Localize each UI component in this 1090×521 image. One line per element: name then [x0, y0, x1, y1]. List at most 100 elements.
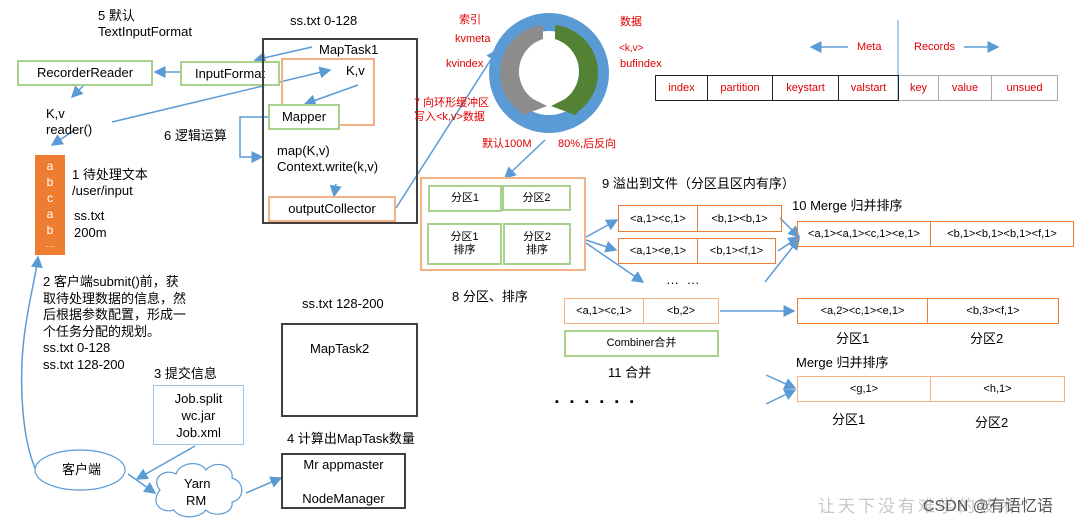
- spill-file-1: <a,1><c,1> <b,1><b,1>: [618, 205, 782, 232]
- job-file: Job.split: [174, 391, 223, 406]
- partition1-sort-line2: 排序: [453, 244, 476, 256]
- arrow-partition-to-spill1: [585, 219, 619, 238]
- arrow-client-to-yarn: [127, 473, 157, 494]
- ring-buffer: [489, 13, 609, 133]
- combiner-p2-label: 分区2: [970, 331, 1004, 346]
- combiner-box: Combiner合并: [564, 330, 719, 357]
- step5-label: 5 默认: [98, 8, 135, 23]
- client-label: 客户端: [62, 462, 102, 477]
- partition2-box: 分区2: [502, 185, 571, 211]
- combiner-p1-label: 分区1: [836, 331, 870, 346]
- combiner-cell: <b,2>: [644, 298, 719, 324]
- merge2-cell: <g,1>: [797, 376, 931, 402]
- combiner-result-cell: <a,2><c,1><e,1>: [797, 298, 928, 324]
- text-char: a: [46, 159, 54, 173]
- record-cell: value: [938, 75, 992, 101]
- step2-line: 2 客户端submit()前，获: [43, 274, 179, 289]
- ring-default-size: 默认100M: [482, 138, 532, 150]
- mapper-box: Mapper: [268, 104, 340, 130]
- merge-result: <a,1><a,1><c,1><e,1> <b,1><b,1><b,1><f,1…: [797, 221, 1074, 247]
- meta-cell: keystart: [772, 75, 838, 101]
- meta-label: Meta: [857, 41, 882, 53]
- appmaster-box: Mr appmaster NodeManager: [281, 453, 406, 509]
- mapreduce-diagram: 5 默认 TextInputFormat RecorderReader Inpu…: [0, 0, 1090, 521]
- merge2-result: <g,1> <h,1>: [797, 376, 1065, 402]
- spill-cell: <b,1><b,1>: [698, 205, 782, 232]
- combiner-cell: <a,1><c,1>: [564, 298, 644, 324]
- watermark-credit: CSDN @有语忆语: [923, 498, 1054, 515]
- step8-label: 8 分区、排序: [452, 289, 528, 304]
- arrow-merge2-in-2: [765, 389, 797, 405]
- buffer-layout-table: index partition keystart valstart key va…: [655, 75, 1058, 101]
- mr-appmaster-label: Mr appmaster: [303, 457, 384, 472]
- step1-title: 1 待处理文本: [72, 167, 148, 182]
- meta-arrow-icon: [499, 25, 547, 115]
- meta-cell: partition: [707, 75, 772, 101]
- ring-kv-label: <k,v>: [619, 43, 644, 54]
- merge2-p1-label: 分区1: [832, 412, 866, 427]
- job-file: wc.jar: [181, 408, 216, 423]
- arrow-spill2-to-merge: [777, 236, 801, 252]
- arrow-yarn-to-appmaster: [245, 476, 283, 494]
- maptask2-split-label: ss.txt 128-200: [302, 296, 384, 311]
- job-files-box: Job.split wc.jar Job.xml: [153, 385, 244, 445]
- step2-description: 2 客户端submit()前，获 取待处理数据的信息，然 后根据参数配置，形成一…: [43, 274, 186, 373]
- map-call-label: map(K,v): [277, 143, 330, 158]
- text-char: b: [46, 223, 54, 237]
- record-cell: key: [899, 75, 938, 101]
- meta-cell: valstart: [838, 75, 899, 101]
- partition2-sort-box: 分区2 排序: [503, 223, 571, 265]
- merge2-label: Merge 归并排序: [796, 355, 889, 370]
- text-char: c: [47, 191, 53, 205]
- meta-cell: index: [655, 75, 707, 101]
- merge2-p2-label: 分区2: [975, 415, 1009, 430]
- arrow-partition-to-spill2: [585, 239, 618, 253]
- job-file: Job.xml: [176, 425, 221, 440]
- partition1-sort-line1: 分区1: [450, 231, 479, 243]
- input-text-block: a b c a b …: [35, 155, 65, 255]
- spill-cell: <b,1><f,1>: [698, 238, 776, 264]
- partition2-sort-line1: 分区2: [522, 231, 552, 243]
- maptask1-split-label: ss.txt 0-128: [290, 13, 358, 28]
- step2-line: ss.txt 0-128: [43, 340, 111, 355]
- maptask1-kv: K,v: [346, 63, 365, 78]
- combiner-result-cell: <b,3><f,1>: [928, 298, 1059, 324]
- arrow-client-to-text: [20, 255, 43, 471]
- step7-line2: 写入<k,v>数据: [414, 111, 485, 123]
- step2-line: 后根据参数配置，形成一: [43, 307, 187, 322]
- maptask1-title: MapTask1: [319, 42, 379, 57]
- records-label: Records: [914, 41, 955, 53]
- merge-cell: <b,1><b,1><b,1><f,1>: [931, 221, 1074, 247]
- combiner-result: <a,2><c,1><e,1> <b,3><f,1>: [797, 298, 1059, 324]
- step6-label: 6 逻辑运算: [164, 128, 227, 143]
- merge2-cell: <h,1>: [931, 376, 1065, 402]
- data-arrow-icon: [551, 25, 599, 115]
- output-collector-box: outputCollector: [268, 196, 396, 222]
- step7-line1: 7 向环形缓冲区: [414, 97, 490, 109]
- spill-ellipsis: … …: [666, 272, 702, 287]
- ring-data-label: 数据: [620, 16, 642, 28]
- step11-label: 11 合并: [608, 365, 652, 380]
- step3-label: 3 提交信息: [154, 366, 217, 381]
- recorder-reader-box: RecorderReader: [17, 60, 153, 86]
- maptask2-title: MapTask2: [310, 341, 370, 356]
- ring-bufindex-label: bufindex: [620, 58, 662, 70]
- combiner-input: <a,1><c,1> <b,2>: [564, 298, 719, 324]
- record-cell: unsued: [992, 75, 1058, 101]
- yarn-label: Yarn: [184, 476, 211, 491]
- text-char: b: [46, 175, 54, 189]
- arrow-job-to-yarn: [135, 445, 196, 480]
- ring-threshold: 80%,后反向: [558, 138, 617, 150]
- text-char: a: [46, 207, 54, 221]
- arrow-merge2-in-1: [765, 374, 797, 390]
- partition1-sort-box: 分区1 排序: [427, 223, 502, 265]
- partition2-sort-line2: 排序: [526, 244, 548, 256]
- partition-sort-box: 分区1 分区2 分区1 排序 分区2 排序: [420, 177, 586, 271]
- step10-label: 10 Merge 归并排序: [792, 198, 903, 213]
- more-maptasks-dots: ▪ ▪ ▪ ▪ ▪ ▪: [555, 396, 638, 408]
- step5-sublabel: TextInputFormat: [98, 24, 192, 39]
- merge-cell: <a,1><a,1><c,1><e,1>: [797, 221, 931, 247]
- step1-path: /user/input: [72, 183, 133, 198]
- partition1-box: 分区1: [428, 185, 502, 212]
- ring-kvindex-label: kvindex: [446, 58, 484, 70]
